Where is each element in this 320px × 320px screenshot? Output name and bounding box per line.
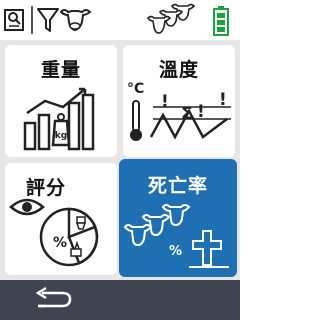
status-bar [0, 0, 240, 40]
bottom-nav-bar [0, 280, 240, 320]
cow-group-icon [146, 3, 196, 34]
battery-indicator [206, 0, 236, 40]
alert-mark-2: ! [197, 102, 205, 122]
filter-button[interactable] [34, 0, 96, 40]
filter-cow-icon [37, 8, 92, 32]
alert-mark-1: ! [161, 92, 169, 112]
score-eye-pie-icon: % [9, 198, 99, 267]
back-arrow-icon [35, 286, 72, 308]
mortality-cow-cross-icon: % [123, 204, 229, 268]
temp-unit: °C [127, 81, 144, 97]
search-icon [4, 9, 24, 31]
weight-growth-icon: kg [23, 87, 95, 151]
temperature-tile[interactable]: 溫度 °C ! Σ ! ! [123, 45, 235, 157]
back-button[interactable] [28, 284, 78, 316]
alert-mark-3: ! [219, 90, 227, 110]
search-button[interactable] [0, 0, 30, 40]
battery-icon [213, 6, 229, 36]
weight-tile[interactable]: 重量 kg [5, 45, 117, 157]
mortality-percent: % [169, 244, 182, 259]
weight-unit: kg [55, 131, 67, 141]
temp-symbol: Σ [181, 104, 193, 124]
score-percent: % [53, 235, 67, 251]
score-tile[interactable]: 評分 % [5, 163, 117, 275]
divider [31, 6, 33, 34]
mortality-tile[interactable]: 死亡率 % [119, 159, 237, 277]
menu-grid: 重量 kg 溫度 °C ! Σ ! ! 評分 % 死亡率 % [0, 40, 240, 280]
herd-button[interactable] [142, 0, 202, 40]
temperature-alert-icon: °C ! Σ ! ! [127, 81, 231, 141]
